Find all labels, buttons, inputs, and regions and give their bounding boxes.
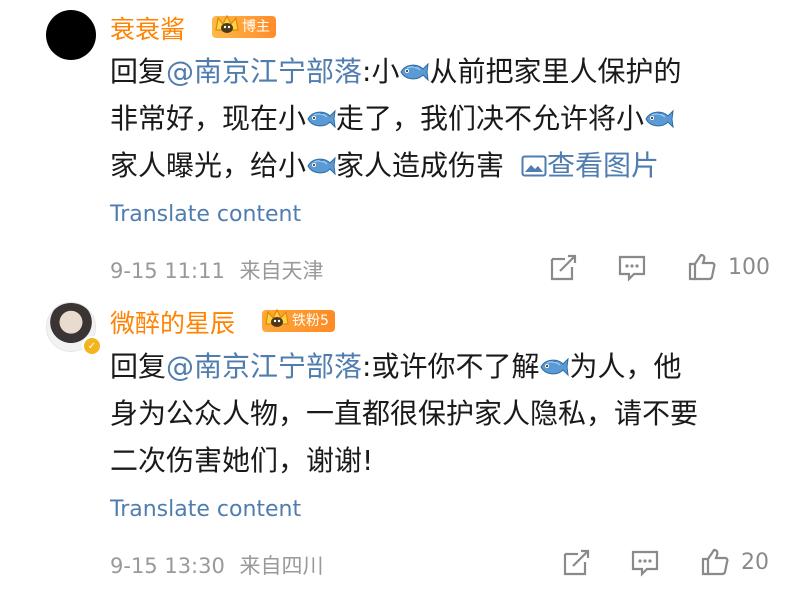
fish-emoji-icon	[539, 356, 569, 378]
repost-icon[interactable]	[548, 253, 578, 283]
text-segment: 非常好，现在小	[110, 102, 307, 135]
like-count: 20	[741, 550, 769, 575]
timestamp: 9-15 13:30	[110, 554, 225, 578]
fish-emoji-icon	[306, 155, 336, 177]
blogger-badge: 博主	[212, 14, 276, 38]
text-segment: 二次伤害她们，谢谢!	[110, 444, 374, 477]
location: 来自四川	[239, 554, 324, 578]
fish-emoji-icon	[399, 61, 429, 83]
comment-meta: 9-15 13:30 来自四川	[110, 550, 324, 580]
repost-icon[interactable]	[561, 548, 591, 578]
image-icon	[521, 155, 547, 177]
text-segment: :小	[362, 55, 400, 88]
location: 来自天津	[239, 259, 324, 283]
mention-link[interactable]: @南京江宁部落	[166, 55, 362, 88]
comment-body: 回复@南京江宁部落:小 从前把家里人保护的 非常好，现在小 走了，我们决不允许将小 …	[110, 48, 760, 189]
verified-icon: ✓	[82, 336, 102, 356]
thumbs-up-icon[interactable]	[686, 251, 718, 283]
timestamp: 9-15 11:11	[110, 259, 225, 283]
translate-link[interactable]: Translate content	[110, 202, 301, 227]
comment-body: 回复@南京江宁部落:或许你不了解 为人，他 身为公众人物，一直都很保护家人隐私，请…	[110, 343, 760, 484]
text-segment: 走了，我们决不允许将小	[336, 102, 645, 135]
avatar[interactable]	[46, 10, 96, 60]
fish-emoji-icon	[644, 108, 674, 130]
like-count: 100	[728, 255, 770, 280]
text-segment: 为人，他	[569, 350, 682, 383]
username[interactable]: 衰衰酱	[110, 10, 185, 46]
translate-link[interactable]: Translate content	[110, 497, 301, 522]
mention-link[interactable]: @南京江宁部落	[166, 350, 362, 383]
view-image-link[interactable]: 查看图片	[521, 149, 659, 182]
thumbs-up-icon[interactable]	[699, 546, 731, 578]
view-image-label: 查看图片	[546, 149, 659, 182]
reply-prefix: 回复	[110, 350, 167, 383]
reply-prefix: 回复	[110, 55, 167, 88]
comment-icon[interactable]	[617, 253, 647, 283]
fan-badge: 铁粉5	[262, 308, 335, 332]
badge-label: 铁粉5	[292, 313, 329, 329]
text-segment: 身为公众人物，一直都很保护家人隐私，请不要	[110, 397, 699, 430]
username[interactable]: 微醉的星辰	[110, 304, 235, 340]
badge-label: 博主	[242, 19, 270, 35]
text-segment: 从前把家里人保护的	[429, 55, 682, 88]
text-segment: 家人曝光，给小	[110, 149, 307, 182]
text-segment: :或许你不了解	[362, 350, 540, 383]
comment-meta: 9-15 11:11 来自天津	[110, 255, 324, 285]
comment-icon[interactable]	[630, 548, 660, 578]
text-segment: 家人造成伤害	[336, 149, 505, 182]
fish-emoji-icon	[306, 108, 336, 130]
crown-badge-icon	[215, 14, 239, 33]
crown-badge-icon	[265, 308, 289, 327]
